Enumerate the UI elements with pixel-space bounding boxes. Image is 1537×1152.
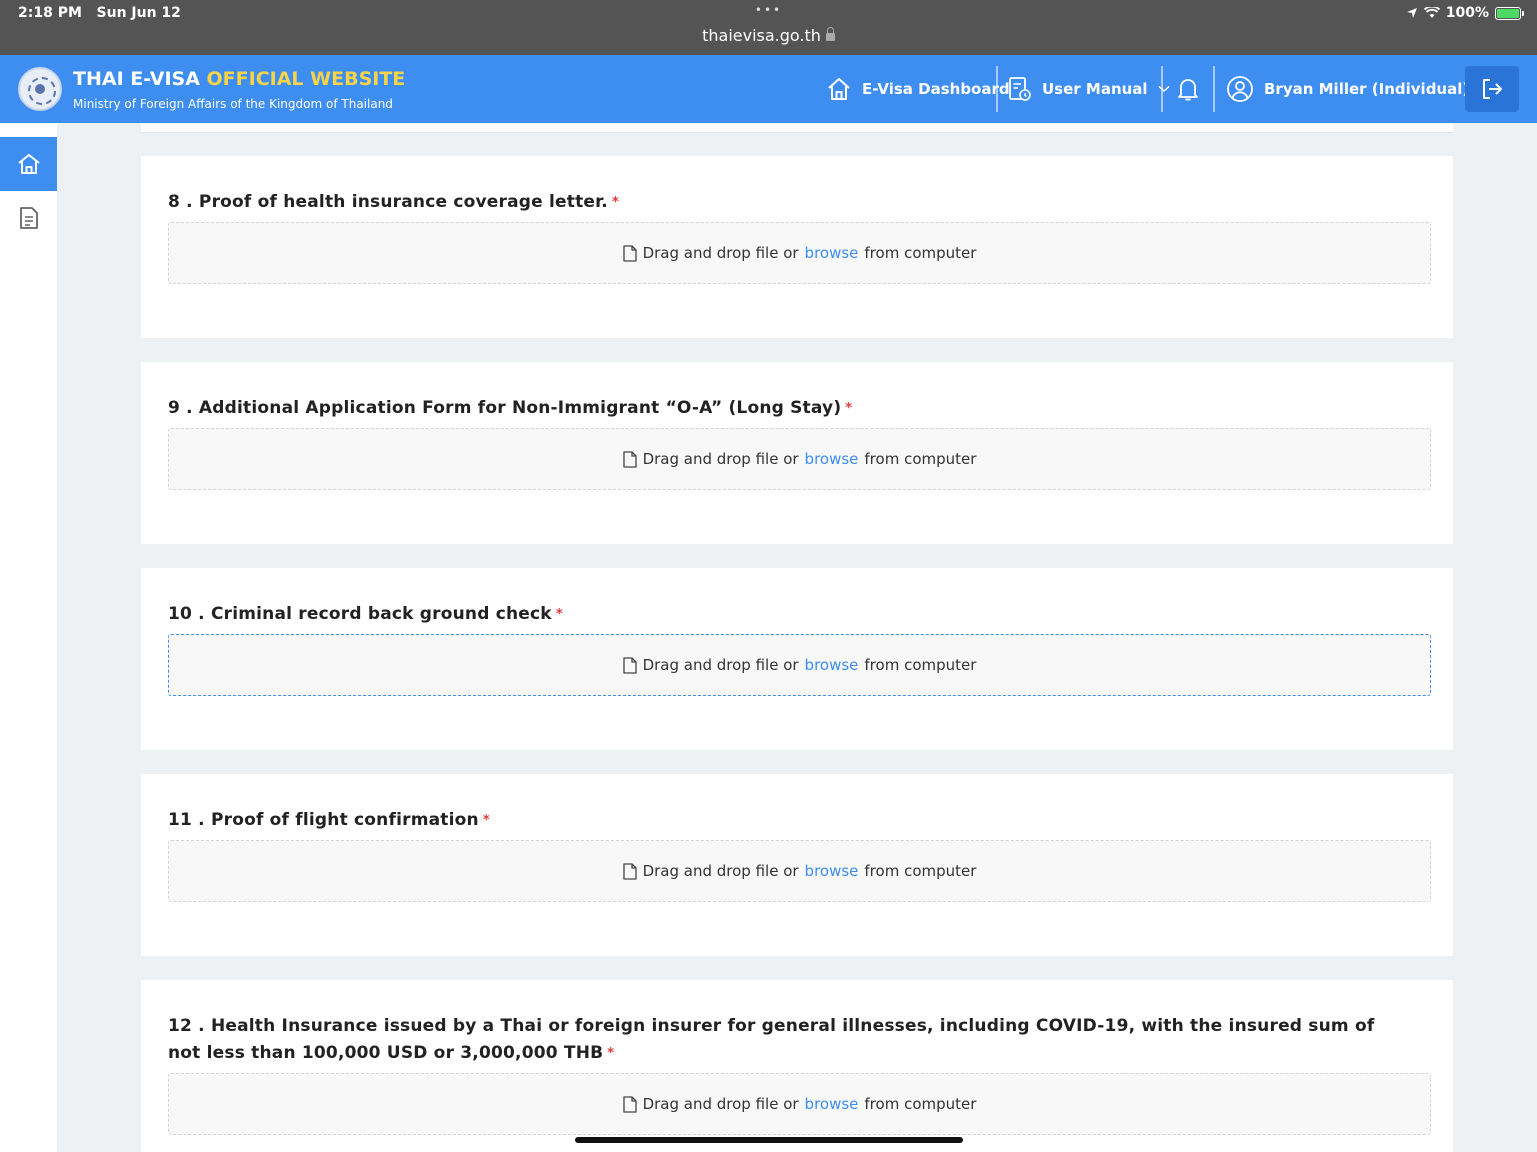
user-name-label: Bryan Miller (Individual) xyxy=(1264,80,1470,98)
required-marker: * xyxy=(482,813,490,828)
site-title: THAI E-VISA OFFICIAL WEBSITE xyxy=(73,68,405,90)
document-upload-list: 8 . Proof of health insurance coverage l… xyxy=(141,123,1453,1152)
document-title: 12 . Health Insurance issued by a Thai o… xyxy=(168,1013,1408,1067)
nav-user-manual-dropdown[interactable]: User Manual xyxy=(1008,55,1170,123)
manual-label: User Manual xyxy=(1042,80,1148,98)
tab-options-icon[interactable]: ••• xyxy=(0,3,1537,17)
previous-card-edge xyxy=(141,123,1453,133)
sidebar-item-documents[interactable] xyxy=(0,191,57,245)
required-marker: * xyxy=(555,607,563,622)
browse-link[interactable]: browse xyxy=(805,656,859,674)
dropzone-text: from computer xyxy=(864,862,977,880)
address-bar[interactable]: thaievisa.go.th xyxy=(0,26,1537,45)
document-card-12: 12 . Health Insurance issued by a Thai o… xyxy=(141,980,1453,1152)
document-title-text: 10 . Criminal record back ground check xyxy=(168,604,552,624)
logout-icon xyxy=(1483,79,1502,99)
nav-dashboard-link[interactable]: E-Visa Dashboard xyxy=(826,55,1010,123)
site-title-main: THAI E-VISA xyxy=(73,68,200,90)
dropzone-text: from computer xyxy=(864,656,977,674)
url-text: thaievisa.go.th xyxy=(702,26,821,45)
document-card-10: 10 . Criminal record back ground check * … xyxy=(141,568,1453,750)
nav-divider xyxy=(996,66,998,112)
document-card-9: 9 . Additional Application Form for Non-… xyxy=(141,362,1453,544)
dropzone-text: Drag and drop file or xyxy=(642,1095,799,1113)
chevron-down-icon xyxy=(1158,85,1170,93)
nav-divider xyxy=(1213,66,1215,112)
location-icon xyxy=(1406,8,1417,18)
file-dropzone[interactable]: Drag and drop file or browse from comput… xyxy=(168,428,1431,490)
wifi-icon xyxy=(1423,7,1440,18)
sidebar-item-home[interactable] xyxy=(0,137,57,191)
dropzone-text: from computer xyxy=(864,450,977,468)
file-icon xyxy=(622,862,637,880)
battery-percent: 100% xyxy=(1445,5,1489,21)
document-icon xyxy=(19,207,38,229)
document-title-text: 9 . Additional Application Form for Non-… xyxy=(168,398,842,418)
user-profile-menu[interactable]: Bryan Miller (Individual) xyxy=(1226,55,1469,123)
file-icon xyxy=(622,450,637,468)
file-dropzone[interactable]: Drag and drop file or browse from comput… xyxy=(168,634,1431,696)
file-dropzone[interactable]: Drag and drop file or browse from comput… xyxy=(168,840,1431,902)
ios-status-bar: 2:18 PM Sun Jun 12 ••• thaievisa.go.th 1… xyxy=(0,0,1537,55)
dropzone-text: Drag and drop file or xyxy=(642,450,799,468)
document-title: 10 . Criminal record back ground check * xyxy=(168,601,1408,628)
home-icon xyxy=(828,78,850,100)
battery-icon xyxy=(1495,6,1524,20)
browse-link[interactable]: browse xyxy=(805,862,859,880)
document-title-text: 8 . Proof of health insurance coverage l… xyxy=(168,192,608,212)
app-header: THAI E-VISA OFFICIAL WEBSITE Ministry of… xyxy=(0,55,1537,123)
dropzone-text: Drag and drop file or xyxy=(642,862,799,880)
status-indicators: 100% xyxy=(1406,5,1524,21)
document-title-text: 11 . Proof of flight confirmation xyxy=(168,810,479,830)
file-icon xyxy=(622,1095,637,1113)
bell-icon xyxy=(1178,79,1198,101)
home-icon xyxy=(17,154,40,174)
site-subtitle: Ministry of Foreign Affairs of the Kingd… xyxy=(73,97,393,111)
lock-icon xyxy=(825,27,835,41)
notifications-button[interactable] xyxy=(1176,55,1200,123)
required-marker: * xyxy=(607,1046,615,1061)
document-title: 8 . Proof of health insurance coverage l… xyxy=(168,189,1408,216)
file-icon xyxy=(622,244,637,262)
nav-divider xyxy=(1161,66,1163,112)
document-card-11: 11 . Proof of flight confirmation * Drag … xyxy=(141,774,1453,956)
dropzone-text: from computer xyxy=(864,1095,977,1113)
browse-link[interactable]: browse xyxy=(805,450,859,468)
sidebar xyxy=(0,123,57,1152)
logout-button[interactable] xyxy=(1465,66,1519,112)
dropzone-text: Drag and drop file or xyxy=(642,656,799,674)
document-title: 9 . Additional Application Form for Non-… xyxy=(168,395,1408,422)
manual-icon xyxy=(1009,77,1031,101)
browse-link[interactable]: browse xyxy=(805,244,859,262)
dashboard-label: E-Visa Dashboard xyxy=(862,80,1010,98)
user-avatar-icon xyxy=(1227,76,1253,102)
site-title-highlight: OFFICIAL WEBSITE xyxy=(206,68,406,90)
home-indicator[interactable] xyxy=(575,1137,963,1143)
dropzone-text: from computer xyxy=(864,244,977,262)
file-dropzone[interactable]: Drag and drop file or browse from comput… xyxy=(168,1073,1431,1135)
required-marker: * xyxy=(611,195,619,210)
document-card-8: 8 . Proof of health insurance coverage l… xyxy=(141,156,1453,338)
file-icon xyxy=(622,656,637,674)
file-dropzone[interactable]: Drag and drop file or browse from comput… xyxy=(168,222,1431,284)
dropzone-text: Drag and drop file or xyxy=(642,244,799,262)
browse-link[interactable]: browse xyxy=(805,1095,859,1113)
required-marker: * xyxy=(845,401,853,416)
document-title: 11 . Proof of flight confirmation * xyxy=(168,807,1408,834)
mfa-logo[interactable] xyxy=(18,67,62,111)
document-title-text: 12 . Health Insurance issued by a Thai o… xyxy=(168,1016,1375,1063)
